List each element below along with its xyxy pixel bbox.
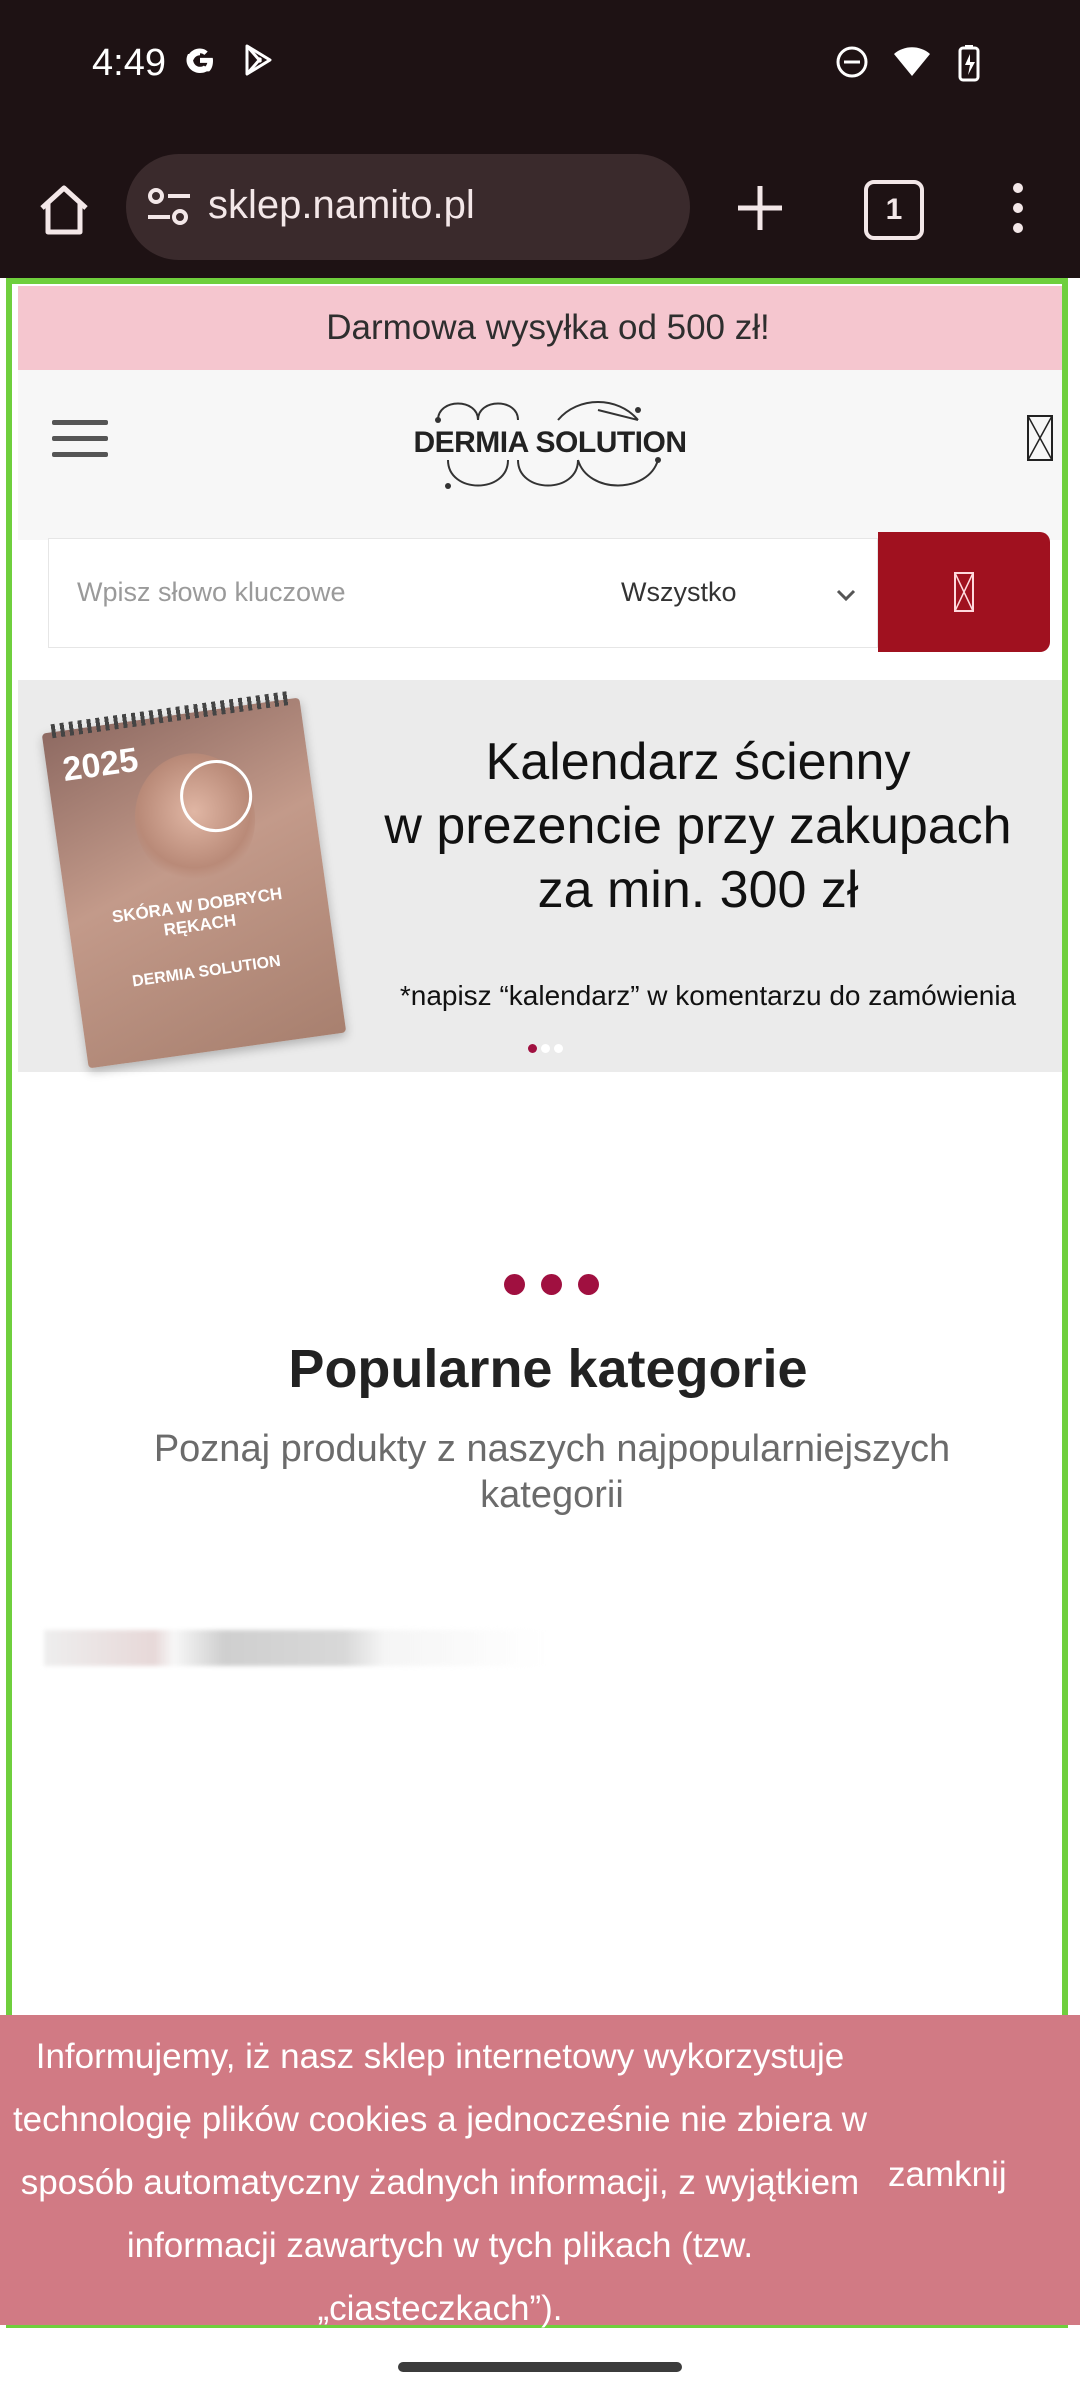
status-time: 4:49: [92, 42, 166, 84]
do-not-disturb-icon: [836, 46, 868, 78]
banner-title-line: Kalendarz ścienny: [485, 733, 911, 791]
status-right-icons: [834, 44, 988, 84]
category-select[interactable]: Wszystko: [621, 577, 737, 608]
section-title: Popularne kategorie: [288, 1339, 808, 1399]
wifi-icon: [894, 47, 930, 76]
banner-title-line: za min. 300 zł: [537, 861, 859, 919]
slider-dot-1[interactable]: [528, 1044, 537, 1053]
banner-title-line: w prezencie przy zakupach: [384, 797, 1012, 855]
new-tab-icon[interactable]: [730, 178, 790, 238]
status-left-icons: [182, 42, 276, 78]
cookie-text: Informujemy, iż nasz sklep internetowy w…: [12, 2037, 868, 2328]
cookie-close-button[interactable]: zamknij: [888, 2155, 1007, 2195]
slider-dots[interactable]: [528, 1044, 563, 1053]
banner-note: *napisz “kalendarz” w komentarzu do zamó…: [399, 980, 1017, 1011]
calendar-logo: DERMIA SOLUTION: [131, 952, 282, 991]
free-shipping-promo: Darmowa wysyłka od 500 zł!: [18, 286, 1062, 370]
calendar-year: 2025: [60, 740, 141, 789]
battery-charging-icon: [958, 45, 980, 82]
site-header: DERMIA SOLUTION: [18, 370, 1062, 540]
promo-banner-slider[interactable]: 2025 SKÓRA W DOBRYCH RĘKACH DERMIA SOLUT…: [18, 680, 1062, 1072]
category-images-loading: [44, 1630, 544, 1666]
logo-text: DERMIA SOLUTION: [413, 426, 687, 459]
address-bar[interactable]: sklep.namito.pl: [126, 154, 690, 260]
home-icon[interactable]: [34, 180, 94, 240]
banner-title: Kalendarz ścienny w prezencie przy zakup…: [328, 730, 1062, 922]
hamburger-menu-icon[interactable]: [52, 420, 108, 458]
google-icon: [186, 48, 213, 73]
decorative-dots: [504, 1274, 599, 1295]
calendar-tagline: SKÓRA W DOBRYCH RĘKACH: [110, 883, 284, 940]
search-form: Wpisz słowo kluczowe Wszystko: [48, 532, 1054, 652]
tab-switcher-button[interactable]: 1: [864, 180, 924, 240]
play-store-icon: [245, 44, 272, 76]
cart-icon[interactable]: [1026, 414, 1054, 462]
url-text[interactable]: sklep.namito.pl: [208, 183, 475, 228]
site-settings-icon[interactable]: [146, 185, 192, 229]
home-gesture-handle[interactable]: [398, 2362, 682, 2372]
slider-dot-3[interactable]: [554, 1044, 563, 1053]
search-icon: [954, 572, 974, 612]
chevron-down-icon[interactable]: [835, 587, 857, 603]
search-button[interactable]: [878, 532, 1050, 652]
search-input[interactable]: Wpisz słowo kluczowe Wszystko: [48, 538, 878, 648]
browser-toolbar: sklep.namito.pl 1: [0, 140, 1080, 278]
cookie-banner: Informujemy, iż nasz sklep internetowy w…: [0, 2015, 1080, 2328]
more-options-icon[interactable]: [1000, 178, 1036, 238]
calendar-image: 2025 SKÓRA W DOBRYCH RĘKACH DERMIA SOLUT…: [41, 691, 347, 1069]
slider-dot-2[interactable]: [541, 1044, 550, 1053]
section-subtitle: Poznaj produkty z naszych najpopularniej…: [153, 1428, 951, 1516]
site-logo[interactable]: DERMIA SOLUTION: [408, 390, 692, 502]
tab-count[interactable]: 1: [864, 180, 924, 240]
search-placeholder[interactable]: Wpisz słowo kluczowe: [77, 577, 346, 608]
status-bar: 4:49: [0, 0, 1080, 140]
gesture-navigation-bar: [0, 2330, 1080, 2400]
